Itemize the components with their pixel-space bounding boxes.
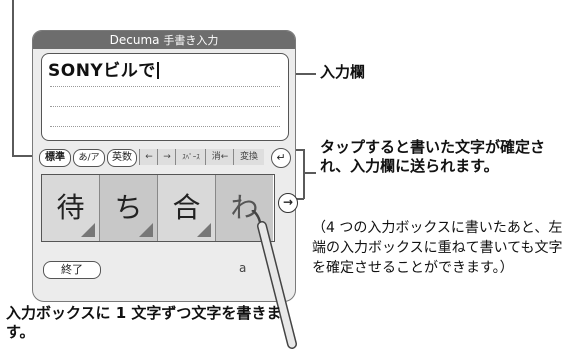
mode-standard-button[interactable]: 標準 (39, 149, 71, 167)
return-icon: ↵ (276, 151, 286, 164)
convert-key[interactable]: 変換 (233, 149, 264, 165)
input-box[interactable]: ち (100, 175, 158, 241)
callout-line-confirm-mid (304, 172, 316, 174)
input-field-callout: 入力欄 (320, 63, 366, 81)
space-key[interactable]: ｽﾍﾟｰｽ (175, 149, 206, 165)
callout-line-confirm-vertical (303, 149, 305, 199)
confirm-callout-title: タップすると書いた文字が確定され、入力欄に送られます。 (320, 138, 546, 175)
mode-toolbar: 標準 あ/ア 英数 ← → ｽﾍﾟｰｽ 消← 変換 ↵ (39, 148, 291, 168)
panel-title-brand: Decuma (109, 33, 160, 47)
cursor-right-key[interactable]: → (157, 149, 176, 165)
mode-kana-button[interactable]: あ/ア (73, 149, 105, 167)
input-guide-line (50, 126, 280, 127)
panel-title-text: 手書き入力 (163, 34, 219, 47)
input-box-callout: 入力ボックスに 1 文字ずつ文字を書きます。 (6, 304, 282, 341)
input-field[interactable]: SONYビルで (41, 53, 289, 141)
input-guide-line (50, 86, 280, 87)
input-guide-line (50, 106, 280, 107)
panel-title-bar: Decuma 手書き入力 (33, 31, 295, 49)
enter-button[interactable]: ↵ (271, 148, 291, 168)
mode-alnum-button[interactable]: 英数 (107, 149, 137, 167)
arrow-right-icon: → (282, 195, 294, 209)
callout-line-input-field (294, 73, 316, 75)
text-cursor (156, 62, 159, 79)
delete-key[interactable]: 消← (205, 149, 234, 165)
confirm-callout-note: （4 つの入力ボックスに書いたあと、左端の入力ボックスに重ねて書いても文字を確定… (312, 220, 563, 276)
end-button[interactable]: 終了 (43, 261, 101, 279)
cursor-left-key[interactable]: ← (139, 149, 158, 165)
input-field-text: SONYビルで (48, 56, 159, 81)
callout-line-left-vertical (12, 0, 14, 157)
input-box[interactable]: 待 (42, 175, 100, 241)
